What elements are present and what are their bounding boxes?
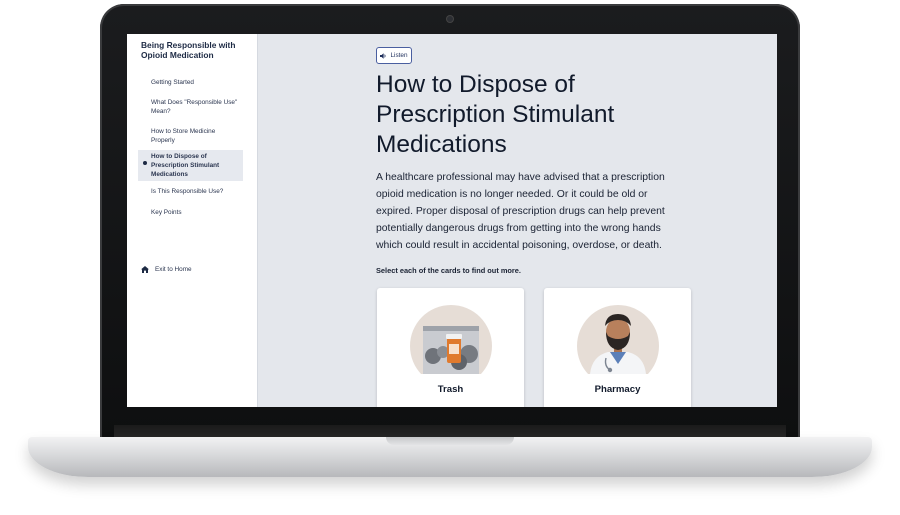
nav-item-is-responsible-use[interactable]: Is This Responsible Use? bbox=[138, 185, 243, 198]
nav-item-label: Is This Responsible Use? bbox=[151, 188, 224, 195]
course-title: Being Responsible with Opioid Medication bbox=[141, 40, 236, 60]
laptop-screen: Being Responsible with Opioid Medication… bbox=[127, 34, 777, 407]
home-icon bbox=[141, 266, 149, 273]
pharmacy-card[interactable]: Pharmacy bbox=[544, 288, 691, 407]
card-label: Trash bbox=[437, 384, 464, 395]
trash-pill-bottle-illustration bbox=[410, 305, 492, 374]
exit-label: Exit to Home bbox=[155, 266, 192, 273]
nav-item-label: What Does "Responsible Use" Mean? bbox=[151, 99, 238, 115]
nav-item-responsible-use[interactable]: What Does "Responsible Use" Mean? bbox=[138, 96, 243, 118]
nav-item-store-medicine[interactable]: How to Store Medicine Properly bbox=[138, 125, 243, 147]
webcam bbox=[447, 16, 453, 22]
intro-paragraph: A healthcare professional may have advis… bbox=[376, 172, 665, 251]
page-title: How to Dispose of Prescription Stimulant… bbox=[376, 71, 615, 158]
card-instruction: Select each of the cards to find out mor… bbox=[376, 266, 521, 275]
nav-item-label: Key Points bbox=[151, 209, 182, 216]
lesson-content: Listen How to Dispose of Prescription St… bbox=[258, 34, 777, 407]
laptop-base-notch bbox=[386, 437, 514, 445]
course-sidebar: Being Responsible with Opioid Medication… bbox=[127, 34, 258, 407]
nav-item-dispose-medication[interactable]: How to Dispose of Prescription Stimulant… bbox=[138, 150, 243, 181]
listen-label: Listen bbox=[390, 52, 408, 59]
nav-item-label: Getting Started bbox=[151, 79, 194, 86]
nav-item-getting-started[interactable]: Getting Started bbox=[138, 76, 243, 89]
trash-card[interactable]: Trash bbox=[377, 288, 524, 407]
course-nav: Getting Started What Does "Responsible U… bbox=[138, 76, 243, 219]
speaker-icon bbox=[380, 52, 386, 59]
listen-button[interactable]: Listen bbox=[376, 47, 412, 64]
nav-item-label: How to Dispose of Prescription Stimulant… bbox=[151, 153, 220, 178]
card-label: Pharmacy bbox=[594, 384, 641, 395]
nav-item-key-points[interactable]: Key Points bbox=[138, 206, 243, 219]
exit-to-home-link[interactable]: Exit to Home bbox=[141, 266, 192, 273]
nav-item-label: How to Store Medicine Properly bbox=[151, 128, 216, 144]
current-page-dot bbox=[143, 161, 147, 165]
pharmacist-illustration bbox=[577, 305, 659, 374]
